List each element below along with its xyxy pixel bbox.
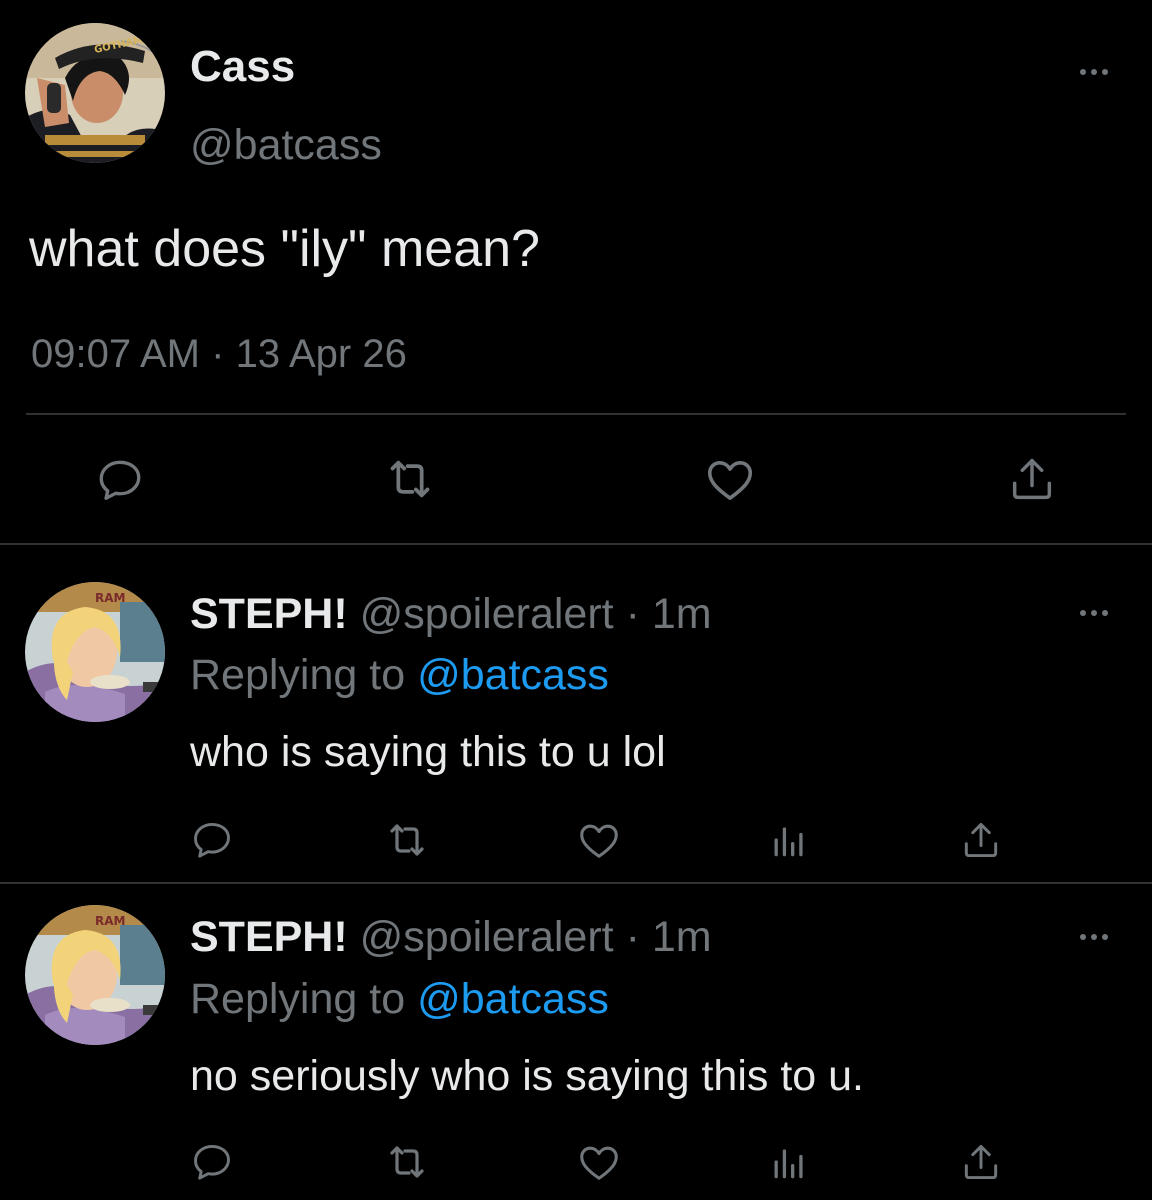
divider [0,543,1152,545]
separator: · [211,332,225,376]
avatar-steph[interactable]: RAM [25,582,165,722]
share-icon[interactable] [959,1140,1003,1184]
like-icon[interactable] [576,817,622,863]
analytics-icon[interactable] [767,818,811,862]
more-options-icon[interactable] [1078,927,1118,947]
display-name[interactable]: STEPH! [190,913,348,961]
display-name[interactable]: Cass [190,42,295,92]
display-name[interactable]: STEPH! [190,590,348,638]
replying-to: Replying to @batcass [190,649,609,701]
reply-age[interactable]: 1m [652,913,712,961]
reply-icon[interactable] [190,1140,234,1184]
like-icon[interactable] [576,1139,622,1185]
like-icon[interactable] [703,452,757,506]
retweet-icon[interactable] [382,451,438,507]
replying-prefix: Replying to [190,975,406,1023]
avatar-steph[interactable]: RAM [25,905,165,1045]
avatar-lettering: RAM [95,591,125,605]
avatar-cass[interactable]: GOTHAM [25,23,165,163]
avatar-lettering: RAM [95,914,125,928]
tweet-text: what does "ily" mean? [29,220,540,278]
reply-header: STEPH! @spoileralert · 1m [190,588,712,640]
separator: · [625,590,640,638]
reply-age[interactable]: 1m [652,590,712,638]
reply-icon[interactable] [190,818,234,862]
share-icon[interactable] [1006,453,1058,505]
divider [26,413,1126,415]
separator: · [625,913,640,961]
replying-prefix: Replying to [190,651,406,699]
reply-text: no seriously who is saying this to u. [190,1052,864,1100]
share-icon[interactable] [959,818,1003,862]
reply-text: who is saying this to u lol [190,728,666,776]
tweet-timestamp[interactable]: 09:07 AM · 13 Apr 26 [31,330,407,378]
retweet-icon[interactable] [383,816,431,864]
tweet-date: 13 Apr 26 [235,332,407,376]
handle[interactable]: @spoileralert [360,590,614,638]
more-options-icon[interactable] [1078,603,1118,623]
handle[interactable]: @spoileralert [360,913,614,961]
tweet-time: 09:07 AM [31,332,201,376]
reply-icon[interactable] [95,455,145,505]
replying-to: Replying to @batcass [190,973,609,1025]
analytics-icon[interactable] [767,1140,811,1184]
handle[interactable]: @batcass [190,120,382,170]
retweet-icon[interactable] [383,1138,431,1186]
replying-handle-link[interactable]: @batcass [417,651,609,699]
more-options-icon[interactable] [1078,62,1118,82]
reply-header: STEPH! @spoileralert · 1m [190,911,712,963]
divider [0,882,1152,884]
replying-handle-link[interactable]: @batcass [417,975,609,1023]
